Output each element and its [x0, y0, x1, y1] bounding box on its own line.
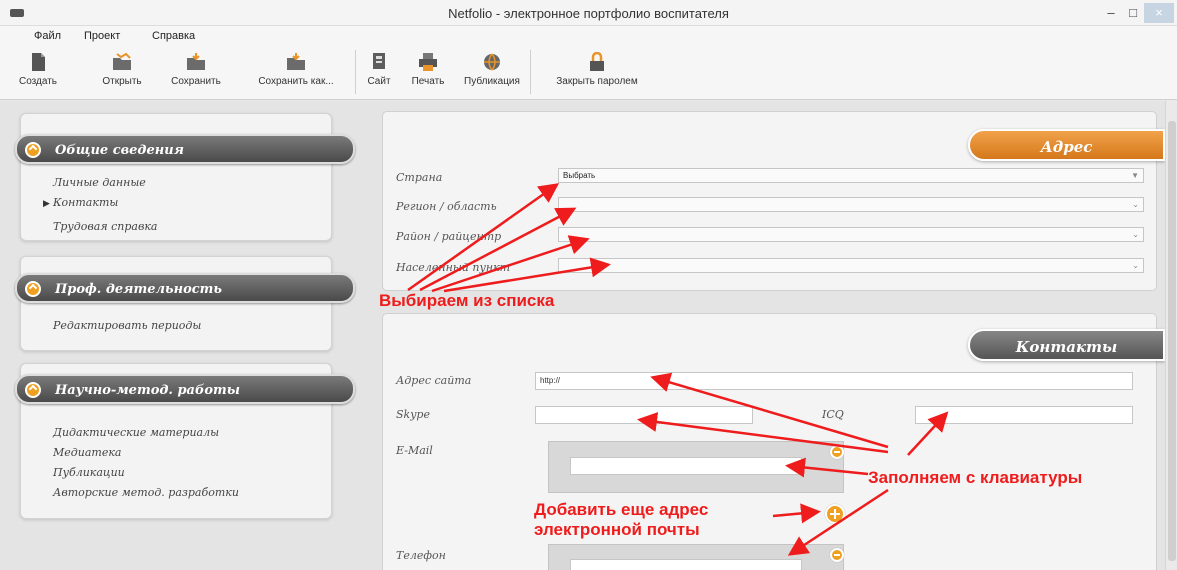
region-label: Регион / область — [396, 200, 497, 213]
toolbar-separator — [530, 50, 531, 94]
sidebar-item-employment[interactable]: Трудовая справка — [53, 220, 157, 233]
site-address-label: Адрес сайта — [396, 374, 472, 387]
lock-icon — [590, 52, 604, 71]
maximize-button[interactable]: □ — [1122, 3, 1144, 23]
sidebar-item-didactic[interactable]: Дидактические материалы — [53, 426, 219, 439]
region-select[interactable]: ⌄ — [558, 197, 1144, 212]
icq-input[interactable] — [915, 406, 1133, 424]
annotation-add-email-line2: электронной почты — [534, 520, 700, 539]
window-title: Netfolio - электронное портфолио воспита… — [448, 6, 729, 21]
publish-button[interactable]: Публикация — [459, 50, 525, 96]
open-folder-icon — [113, 52, 131, 70]
contacts-section-header: Контакты — [968, 329, 1165, 361]
panel-general-header[interactable]: Общие сведения — [15, 134, 355, 164]
collapse-icon[interactable] — [25, 281, 41, 297]
panel-general-title: Общие сведения — [55, 143, 185, 158]
new-document-icon — [32, 53, 45, 71]
sidebar-item-publications[interactable]: Публикации — [53, 466, 125, 479]
sidebar-item-author-methods[interactable]: Авторские метод. разработки — [53, 486, 239, 499]
open-label: Открыть — [102, 76, 142, 87]
publish-label: Публикация — [464, 76, 520, 87]
remove-phone-icon[interactable] — [830, 548, 844, 562]
close-button[interactable]: × — [1144, 3, 1174, 23]
panel-science: Научно-метод. работы Дидактические матер… — [15, 363, 355, 519]
sidebar-item-personal[interactable]: Личные данные — [53, 176, 146, 189]
sidebar: Общие сведения Личные данные ▶ Контакты … — [0, 101, 370, 570]
lock-button[interactable]: Закрыть паролем — [538, 50, 656, 96]
country-label: Страна — [396, 171, 443, 184]
print-button[interactable]: Печать — [402, 50, 454, 96]
current-item-arrow-icon: ▶ — [43, 198, 50, 208]
icq-label: ICQ — [822, 408, 844, 421]
scrollbar[interactable] — [1165, 101, 1177, 570]
annotation-fill-keyboard: Заполняем с клавиатуры — [868, 468, 1083, 487]
email-input[interactable] — [570, 457, 802, 475]
skype-label: Skype — [396, 408, 430, 421]
panel-science-title: Научно-метод. работы — [55, 383, 241, 398]
main-content: Адрес Страна Выбрать ▼ Регион / область … — [370, 101, 1165, 570]
add-email-icon[interactable] — [825, 504, 845, 524]
save-label: Сохранить — [171, 76, 221, 87]
save-button[interactable]: Сохранить — [160, 50, 232, 96]
menu-bar: Файл Проект Справка — [0, 26, 1177, 46]
globe-icon — [484, 53, 500, 71]
remove-email-icon[interactable] — [830, 445, 844, 459]
phone-label: Телефон — [396, 549, 446, 562]
panel-science-header[interactable]: Научно-метод. работы — [15, 374, 355, 404]
minimize-button[interactable]: – — [1100, 3, 1122, 23]
panel-prof: Проф. деятельность Редактировать периоды — [15, 256, 355, 351]
address-section-header: Адрес — [968, 129, 1165, 161]
chevron-down-icon: ⌄ — [1132, 230, 1139, 239]
save-as-icon — [287, 53, 305, 70]
menu-help[interactable]: Справка — [152, 30, 195, 42]
scrollbar-thumb[interactable] — [1168, 121, 1176, 561]
collapse-icon[interactable] — [25, 382, 41, 398]
district-label: Район / райцентр — [396, 230, 502, 243]
create-button[interactable]: Создать — [18, 50, 58, 96]
district-select[interactable]: ⌄ — [558, 227, 1144, 242]
settlement-select[interactable]: ⌄ — [558, 258, 1144, 273]
collapse-icon[interactable] — [25, 142, 41, 158]
menu-file[interactable]: Файл — [34, 30, 61, 42]
annotation-choose-from-list: Выбираем из списка — [379, 291, 555, 310]
sidebar-item-media[interactable]: Медиатека — [53, 446, 121, 459]
site-icon — [373, 53, 385, 69]
chevron-down-icon: ⌄ — [1132, 261, 1139, 270]
toolbar-separator — [355, 50, 356, 94]
save-as-label: Сохранить как... — [258, 76, 334, 87]
toolbar: Создать Открыть Сохранить Сохранить как.… — [0, 46, 1177, 100]
panel-general: Общие сведения Личные данные ▶ Контакты … — [15, 113, 355, 241]
annotation-add-email-line1: Добавить еще адрес — [534, 500, 709, 519]
site-label: Сайт — [367, 76, 391, 87]
open-button[interactable]: Открыть — [92, 50, 152, 96]
phone-input[interactable] — [570, 559, 802, 570]
country-select[interactable]: Выбрать ▼ — [558, 168, 1144, 183]
save-as-button[interactable]: Сохранить как... — [243, 50, 349, 96]
email-label: E-Mail — [396, 444, 433, 457]
site-button[interactable]: Сайт — [361, 50, 397, 96]
sidebar-item-contacts[interactable]: Контакты — [53, 196, 118, 209]
title-bar: Netfolio - электронное портфолио воспита… — [0, 0, 1177, 26]
create-label: Создать — [18, 76, 57, 87]
printer-icon — [419, 53, 437, 71]
country-select-value: Выбрать — [563, 171, 596, 180]
lock-label: Закрыть паролем — [556, 76, 638, 87]
sidebar-item-edit-periods[interactable]: Редактировать периоды — [53, 319, 201, 332]
menu-project[interactable]: Проект — [84, 30, 120, 42]
skype-input[interactable] — [535, 406, 753, 424]
print-label: Печать — [411, 76, 445, 87]
chevron-down-icon: ▼ — [1131, 171, 1139, 180]
panel-prof-header[interactable]: Проф. деятельность — [15, 273, 355, 303]
settlement-label: Населенный пункт — [396, 261, 511, 274]
panel-prof-title: Проф. деятельность — [55, 282, 222, 297]
save-icon — [187, 53, 205, 70]
chevron-down-icon: ⌄ — [1132, 200, 1139, 209]
site-address-input[interactable]: http:// — [535, 372, 1133, 390]
